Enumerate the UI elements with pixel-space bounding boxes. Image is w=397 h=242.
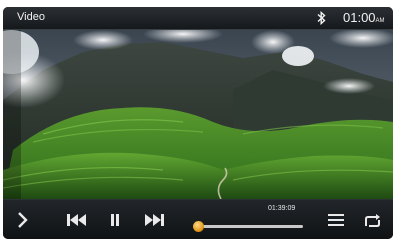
pause-icon[interactable] — [110, 214, 120, 226]
progress-slider[interactable] — [193, 221, 303, 233]
chevron-right-icon[interactable] — [17, 212, 29, 228]
progress-knob[interactable] — [193, 221, 204, 232]
bluetooth-icon — [316, 10, 327, 26]
skip-previous-icon[interactable] — [67, 214, 87, 226]
video-frame[interactable] — [3, 30, 393, 199]
status-bar: Video 01:00AM — [3, 7, 393, 30]
media-player-screen: Video 01:00AM 01:39:09 — [3, 7, 393, 239]
skip-next-icon[interactable] — [144, 214, 164, 226]
clock-ampm: AM — [375, 18, 385, 24]
menu-list-icon[interactable] — [328, 214, 344, 226]
playback-controls: 01:39:09 — [3, 199, 393, 239]
elapsed-time: 01:39:09 — [268, 205, 296, 212]
repeat-icon[interactable] — [362, 214, 382, 228]
clock-time: 01:00 — [343, 10, 376, 25]
progress-track — [193, 225, 303, 228]
clock: 01:00AM — [343, 10, 385, 25]
app-title: Video — [17, 11, 45, 23]
